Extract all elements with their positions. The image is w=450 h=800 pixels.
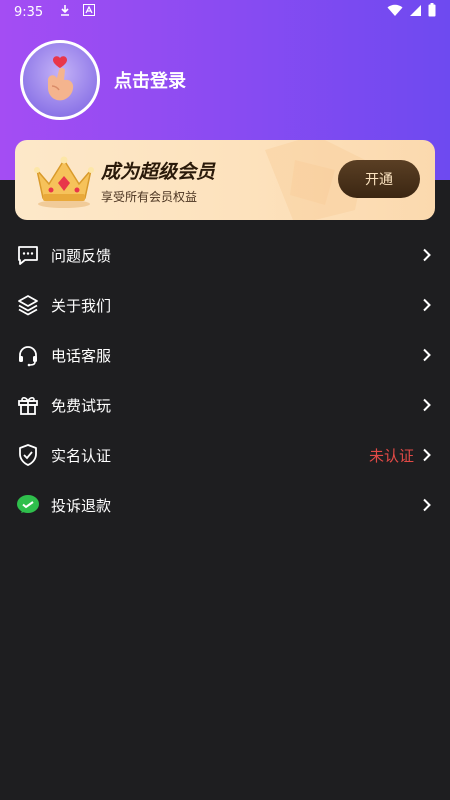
layers-icon bbox=[16, 293, 40, 317]
shield-check-icon bbox=[16, 443, 40, 467]
gift-icon bbox=[16, 393, 40, 417]
signal-icon bbox=[409, 4, 422, 21]
chevron-right-icon bbox=[420, 448, 434, 462]
crown-icon bbox=[34, 156, 94, 208]
vip-title: 成为超级会员 bbox=[101, 161, 216, 183]
chevron-right-icon bbox=[420, 398, 434, 412]
verification-status: 未认证 bbox=[368, 446, 414, 465]
menu-label-feedback: 问题反馈 bbox=[51, 246, 112, 265]
feedback-icon bbox=[16, 243, 40, 267]
vip-banner[interactable]: 成为超级会员 享受所有会员权益 开通 bbox=[15, 140, 435, 220]
status-bar: 9:35 bbox=[0, 0, 450, 24]
settings-menu: 问题反馈 关于我们 电话客服 免费试玩 实名认证 未认证 投诉退款 bbox=[0, 230, 450, 530]
avatar[interactable] bbox=[20, 40, 100, 120]
menu-item-about[interactable]: 关于我们 bbox=[0, 280, 450, 330]
menu-label-complaint-refund: 投诉退款 bbox=[51, 496, 112, 515]
vip-open-button[interactable]: 开通 bbox=[338, 160, 420, 198]
menu-label-free-trial: 免费试玩 bbox=[51, 396, 112, 415]
chevron-right-icon bbox=[420, 298, 434, 312]
battery-icon bbox=[428, 3, 436, 21]
chevron-right-icon bbox=[420, 498, 434, 512]
login-link[interactable]: 点击登录 bbox=[114, 67, 186, 93]
menu-item-free-trial[interactable]: 免费试玩 bbox=[0, 380, 450, 430]
wifi-icon bbox=[387, 4, 403, 21]
profile-section[interactable]: 点击登录 bbox=[20, 40, 186, 120]
vip-subtitle: 享受所有会员权益 bbox=[101, 190, 198, 204]
menu-label-about: 关于我们 bbox=[51, 296, 112, 315]
chevron-right-icon bbox=[420, 248, 434, 262]
menu-item-feedback[interactable]: 问题反馈 bbox=[0, 230, 450, 280]
menu-item-phone-service[interactable]: 电话客服 bbox=[0, 330, 450, 380]
font-icon bbox=[83, 4, 96, 20]
menu-item-complaint-refund[interactable]: 投诉退款 bbox=[0, 480, 450, 530]
finger-heart-icon bbox=[48, 56, 74, 101]
status-time: 9:35 bbox=[14, 4, 44, 20]
menu-label-real-name-verification: 实名认证 bbox=[51, 446, 112, 465]
menu-label-phone-service: 电话客服 bbox=[51, 346, 112, 365]
download-icon bbox=[59, 4, 71, 21]
wechat-icon bbox=[16, 493, 40, 517]
menu-item-real-name-verification[interactable]: 实名认证 未认证 bbox=[0, 430, 450, 480]
chevron-right-icon bbox=[420, 348, 434, 362]
headset-icon bbox=[16, 343, 40, 367]
